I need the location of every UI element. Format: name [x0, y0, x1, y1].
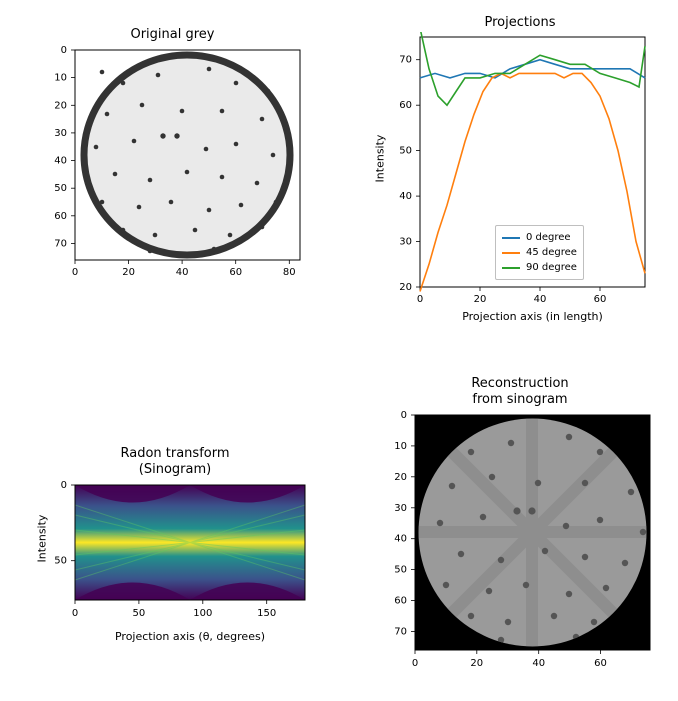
- svg-text:50: 50: [394, 565, 407, 576]
- original-grey-image: 0 20 40 60 80 0 10 20 30 40 50 60 70: [40, 45, 305, 290]
- legend-item-1: 45 degree: [502, 245, 577, 260]
- chart-title: Projections: [380, 15, 660, 31]
- svg-text:50: 50: [399, 146, 412, 157]
- svg-text:0: 0: [412, 658, 418, 669]
- svg-text:150: 150: [257, 608, 276, 619]
- svg-text:50: 50: [54, 183, 67, 194]
- svg-text:20: 20: [399, 282, 412, 293]
- svg-text:20: 20: [470, 658, 483, 669]
- svg-text:0: 0: [401, 410, 407, 421]
- svg-text:20: 20: [474, 294, 487, 305]
- svg-text:60: 60: [229, 267, 242, 278]
- svg-text:40: 40: [534, 294, 547, 305]
- svg-text:10: 10: [54, 73, 67, 84]
- svg-text:100: 100: [193, 608, 212, 619]
- svg-text:70: 70: [54, 238, 67, 249]
- svg-text:70: 70: [399, 55, 412, 66]
- svg-text:0: 0: [417, 294, 423, 305]
- svg-text:40: 40: [176, 267, 189, 278]
- reconstruction-image: 0 20 40 60 0 10 20 30 40 50 60 70: [380, 410, 660, 690]
- svg-text:50: 50: [133, 608, 146, 619]
- legend-swatch-icon: [502, 237, 520, 239]
- svg-text:60: 60: [54, 211, 67, 222]
- svg-text:40: 40: [532, 658, 545, 669]
- legend-swatch-icon: [502, 252, 520, 254]
- svg-text:0: 0: [61, 45, 67, 56]
- svg-text:60: 60: [399, 100, 412, 111]
- svg-text:20: 20: [54, 100, 67, 111]
- svg-text:30: 30: [399, 237, 412, 248]
- svg-text:80: 80: [283, 267, 296, 278]
- svg-text:60: 60: [594, 658, 607, 669]
- chart-title: Reconstruction from sinogram: [380, 376, 660, 407]
- projections-plot: 0 20 40 60 20 30 40 50 60 70: [380, 32, 660, 327]
- svg-text:0: 0: [72, 608, 78, 619]
- legend-label: 0 degree: [526, 230, 571, 245]
- chart-title: Radon transform (Sinogram): [40, 446, 310, 477]
- svg-text:30: 30: [394, 503, 407, 514]
- sinogram-image: 0 50 100 150 0 50: [40, 480, 310, 650]
- panel-original-grey: Original grey: [40, 45, 305, 290]
- svg-text:50: 50: [54, 556, 67, 567]
- svg-text:70: 70: [394, 626, 407, 637]
- legend-item-0: 0 degree: [502, 230, 577, 245]
- figure: Original grey: [0, 0, 678, 701]
- series-0-degree: [420, 60, 645, 78]
- legend-item-2: 90 degree: [502, 260, 577, 275]
- y-axis-label: Intensity: [374, 129, 387, 189]
- legend-label: 90 degree: [526, 260, 577, 275]
- svg-text:0: 0: [61, 480, 67, 491]
- chart-title: Original grey: [40, 27, 305, 43]
- y-axis-label: Intensity: [36, 509, 49, 569]
- svg-text:0: 0: [72, 267, 78, 278]
- panel-reconstruction: Reconstruction from sinogram: [380, 410, 660, 690]
- svg-text:30: 30: [54, 128, 67, 139]
- panel-sinogram: Radon transform (Sinogram) Intensity Pro…: [40, 480, 310, 650]
- x-axis-label: Projection axis (in length): [420, 310, 645, 323]
- legend: 0 degree 45 degree 90 degree: [495, 225, 584, 280]
- legend-label: 45 degree: [526, 245, 577, 260]
- panel-projections: Projections Intensity Projection axis (i…: [380, 32, 660, 327]
- x-axis-label: Projection axis (θ, degrees): [75, 630, 305, 643]
- svg-text:40: 40: [394, 534, 407, 545]
- svg-text:40: 40: [54, 156, 67, 167]
- svg-text:60: 60: [594, 294, 607, 305]
- svg-text:40: 40: [399, 191, 412, 202]
- svg-text:60: 60: [394, 596, 407, 607]
- legend-swatch-icon: [502, 267, 520, 269]
- svg-text:10: 10: [394, 441, 407, 452]
- svg-text:20: 20: [122, 267, 135, 278]
- svg-text:20: 20: [394, 472, 407, 483]
